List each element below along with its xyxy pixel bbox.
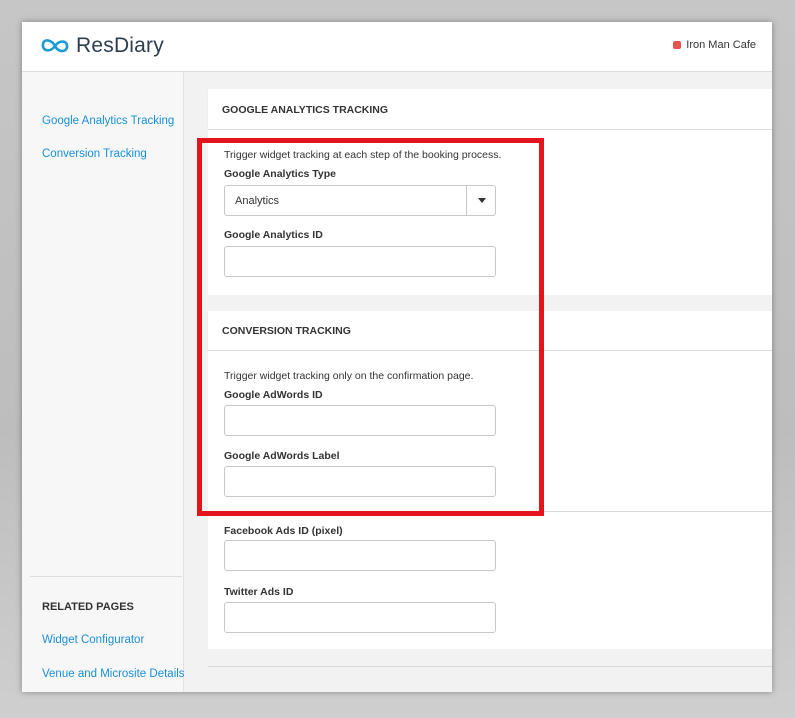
- venue-selector[interactable]: Iron Man Cafe: [673, 39, 756, 51]
- google-analytics-id-label: Google Analytics ID: [224, 229, 323, 241]
- infinity-logo-icon: [41, 39, 69, 53]
- google-analytics-type-label: Google Analytics Type: [224, 168, 337, 180]
- conversion-heading: CONVERSION TRACKING: [222, 325, 351, 337]
- google-analytics-heading: GOOGLE ANALYTICS TRACKING: [222, 104, 389, 116]
- resdiary-logo[interactable]: ResDiary: [40, 34, 164, 58]
- google-analytics-description: Trigger widget tracking at each step of …: [224, 149, 502, 161]
- adwords-label-input[interactable]: [224, 466, 496, 497]
- section-gap: [208, 295, 772, 311]
- select-divider: [466, 186, 467, 215]
- google-analytics-section-header: GOOGLE ANALYTICS TRACKING: [208, 89, 772, 130]
- google-analytics-type-value: Analytics: [235, 195, 280, 207]
- venue-status-icon: [673, 41, 682, 49]
- google-analytics-id-input[interactable]: [224, 246, 496, 277]
- sidebar: Google Analytics Tracking Conversion Tra…: [22, 72, 185, 692]
- venue-name: Iron Man Cafe: [686, 39, 756, 51]
- top-bar: ResDiary Iron Man Cafe: [22, 22, 772, 72]
- bottom-separator: [208, 666, 772, 667]
- google-analytics-type-select[interactable]: Analytics: [224, 185, 496, 216]
- adwords-label-label: Google AdWords Label: [224, 450, 340, 462]
- related-pages-heading: RELATED PAGES: [42, 601, 134, 613]
- adwords-id-input[interactable]: [224, 405, 496, 436]
- twitter-ads-id-label: Twitter Ads ID: [224, 586, 294, 598]
- twitter-ads-id-input[interactable]: [224, 602, 496, 633]
- app-window: ResDiary Iron Man Cafe Google Analytics …: [22, 22, 772, 692]
- logo-text: ResDiary: [76, 34, 164, 57]
- section-separator: [208, 511, 772, 512]
- sidebar-link-conversion-tracking[interactable]: Conversion Tracking: [42, 148, 147, 160]
- related-link-venue-microsite-details[interactable]: Venue and Microsite Details: [42, 668, 185, 680]
- sidebar-link-google-analytics-tracking[interactable]: Google Analytics Tracking: [42, 115, 174, 127]
- related-link-widget-configurator[interactable]: Widget Configurator: [42, 634, 144, 646]
- adwords-id-label: Google AdWords ID: [224, 389, 323, 401]
- conversion-section-header: CONVERSION TRACKING: [208, 311, 772, 351]
- sidebar-divider: [30, 576, 182, 577]
- conversion-description: Trigger widget tracking only on the conf…: [224, 370, 474, 382]
- caret-down-icon: [478, 198, 486, 203]
- facebook-ads-id-input[interactable]: [224, 540, 496, 571]
- facebook-ads-id-label: Facebook Ads ID (pixel): [224, 525, 343, 537]
